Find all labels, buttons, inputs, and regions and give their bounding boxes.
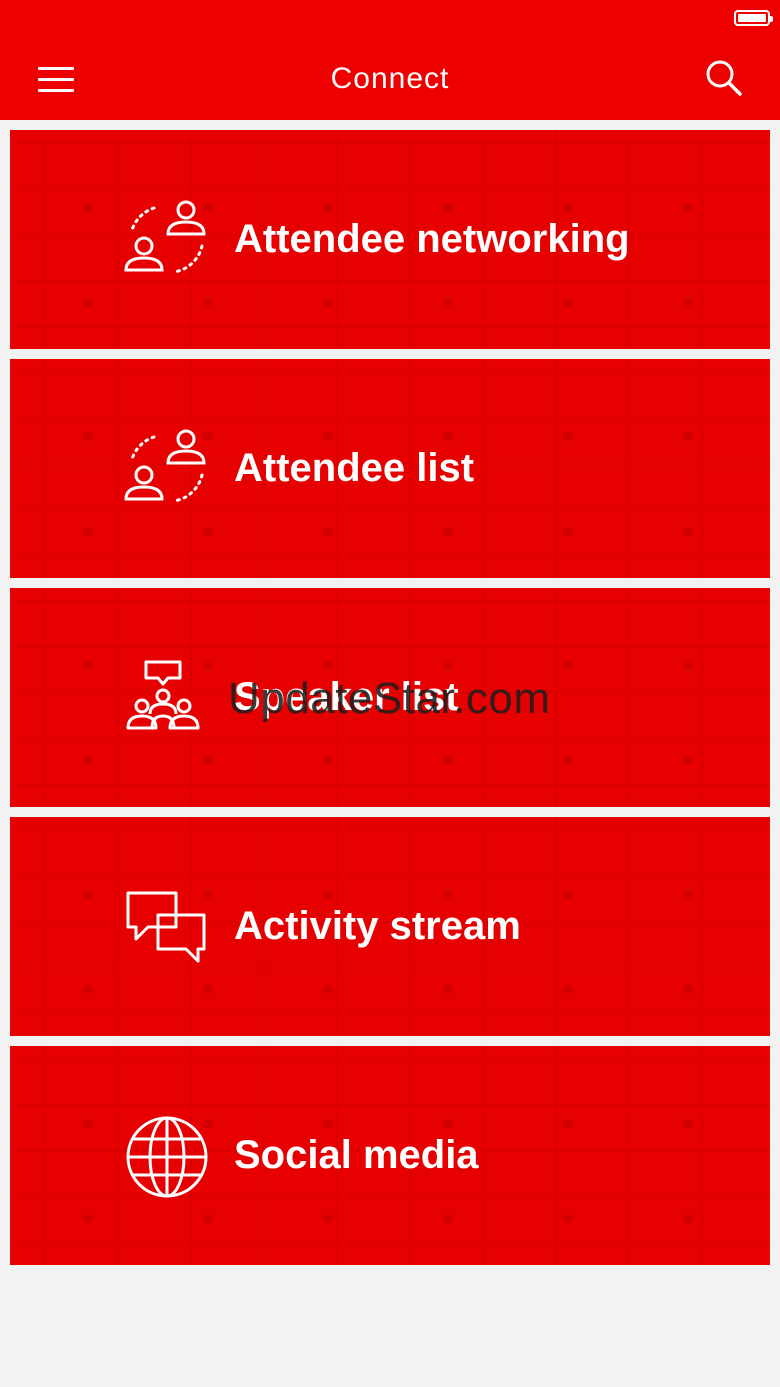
search-icon[interactable] <box>704 58 744 98</box>
page-title: Connect <box>330 62 450 95</box>
card-label-attendee-networking: Attendee networking <box>234 217 630 261</box>
attendee-list-card[interactable]: Attendee list <box>10 359 770 578</box>
card-label-speaker-list: Speaker list <box>234 675 459 719</box>
chat-bubbles-icon <box>124 885 210 971</box>
battery-icon <box>734 10 773 26</box>
status-bar <box>0 0 780 40</box>
connect-menu-list: Attendee networking Attendee list Speake… <box>10 130 770 1275</box>
globe-icon <box>124 1114 210 1200</box>
group-speaker-icon <box>124 656 210 742</box>
card-label-activity-stream: Activity stream <box>234 904 521 948</box>
people-connect-icon <box>124 427 210 513</box>
people-connect-icon <box>124 198 210 284</box>
top-app-bar: Connect <box>0 40 780 120</box>
card-label-social-media: Social media <box>234 1133 479 1177</box>
social-media-card[interactable]: Social media <box>10 1046 770 1265</box>
card-label-attendee-list: Attendee list <box>234 446 475 490</box>
attendee-networking-card[interactable]: Attendee networking <box>10 130 770 349</box>
activity-stream-card[interactable]: Activity stream <box>10 817 770 1036</box>
speaker-list-card[interactable]: Speaker list <box>10 588 770 807</box>
